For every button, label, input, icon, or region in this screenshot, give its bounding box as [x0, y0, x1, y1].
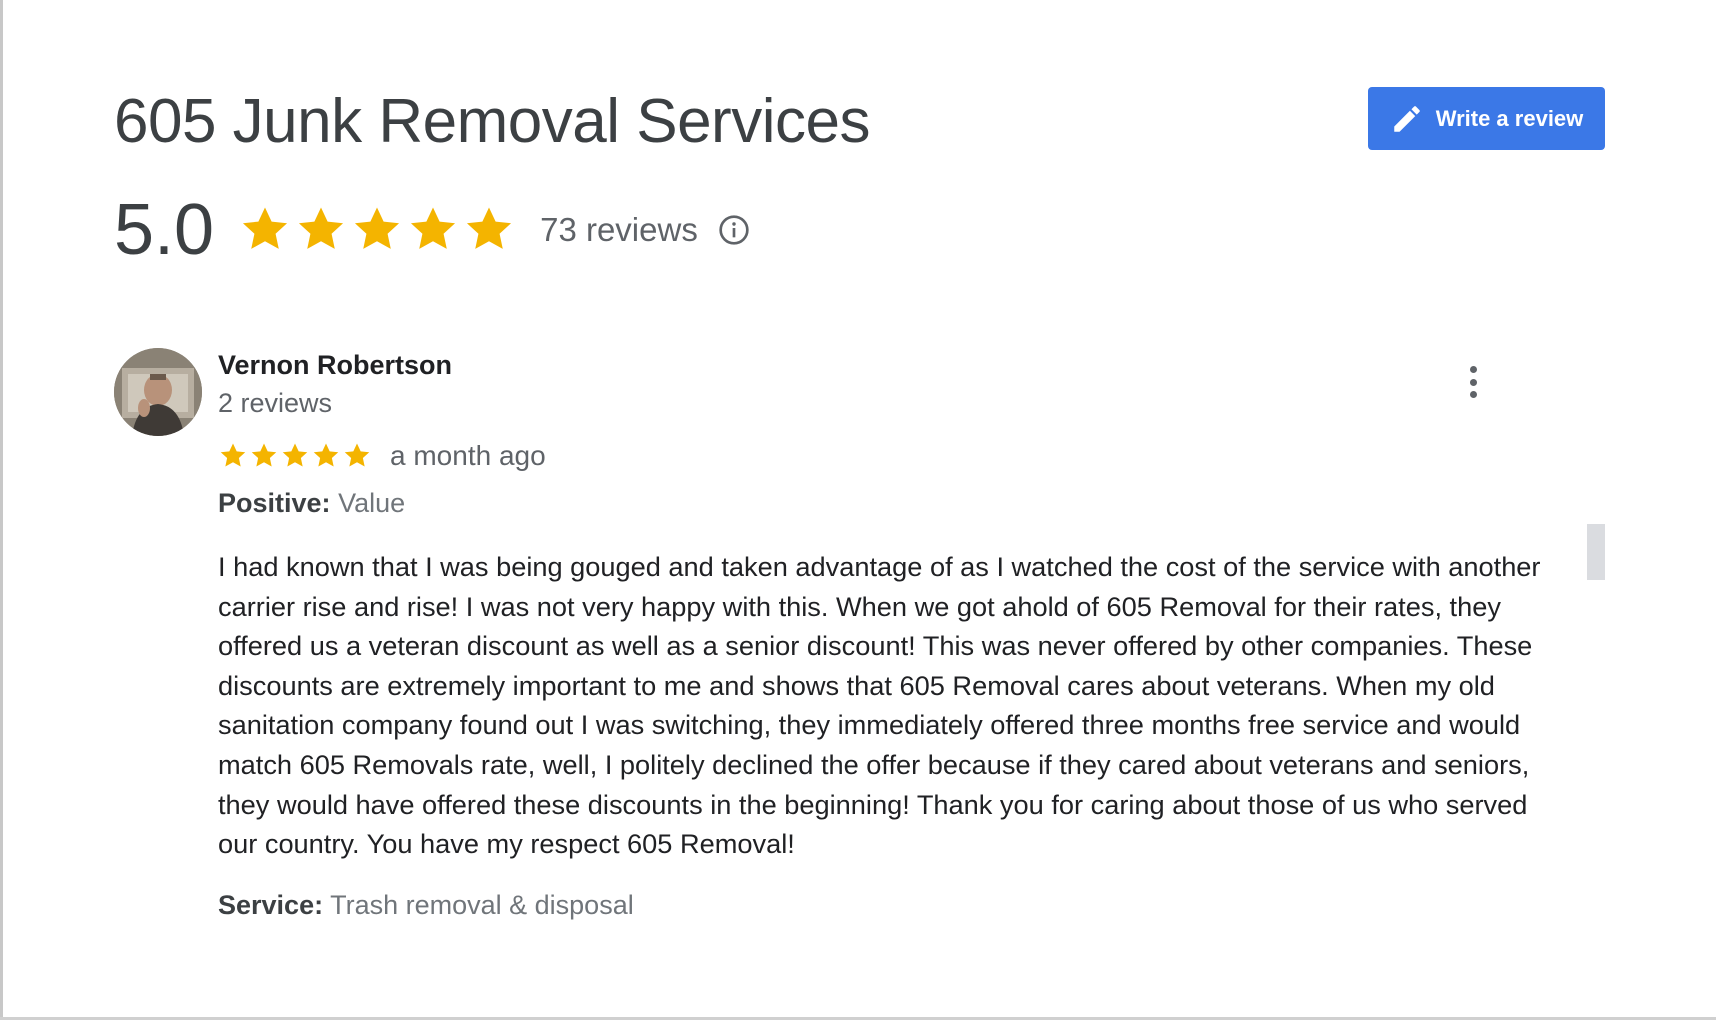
write-review-button[interactable]: Write a review	[1368, 87, 1605, 150]
menu-dot	[1469, 391, 1477, 398]
star-icon	[251, 443, 277, 467]
rating-summary: 5.0 73 reviews	[114, 190, 750, 270]
review-text: I had known that I was being gouged and …	[218, 551, 1541, 860]
review-service-attribute: Service: Trash removal & disposal	[218, 890, 634, 921]
rating-stars	[238, 203, 516, 257]
review-date: a month ago	[390, 440, 546, 471]
write-review-label: Write a review	[1435, 105, 1584, 131]
review-rating-row: a month ago	[218, 438, 546, 474]
star-icon	[313, 443, 339, 467]
reviewer-review-count: 2 reviews	[218, 388, 333, 418]
average-rating: 5.0	[114, 190, 215, 270]
window-left-edge	[0, 0, 3, 1020]
service-value: Trash removal & disposal	[330, 890, 634, 920]
star-icon	[282, 443, 308, 467]
menu-dot	[1469, 378, 1477, 386]
star-icon	[299, 207, 344, 249]
menu-dot	[1469, 366, 1477, 373]
star-icon	[411, 207, 456, 249]
reviewer-avatar[interactable]	[114, 348, 202, 436]
star-icon	[220, 443, 246, 467]
reviewer-name[interactable]: Vernon Robertson	[218, 350, 452, 381]
star-icon	[467, 207, 512, 249]
service-label: Service:	[218, 890, 324, 920]
info-icon[interactable]	[718, 214, 750, 246]
pencil-icon	[1390, 102, 1424, 136]
scrollbar-thumb[interactable]	[1587, 524, 1605, 580]
star-icon	[355, 207, 400, 249]
star-icon	[344, 443, 370, 467]
review-stars	[218, 441, 372, 471]
star-icon	[243, 207, 288, 249]
positive-value: Value	[338, 488, 406, 518]
more-options-icon[interactable]	[1460, 362, 1486, 402]
review-positive-attribute: Positive: Value	[218, 488, 405, 519]
reviews-count[interactable]: 73 reviews	[540, 211, 698, 249]
business-title: 605 Junk Removal Services	[114, 87, 870, 156]
positive-label: Positive:	[218, 488, 331, 518]
